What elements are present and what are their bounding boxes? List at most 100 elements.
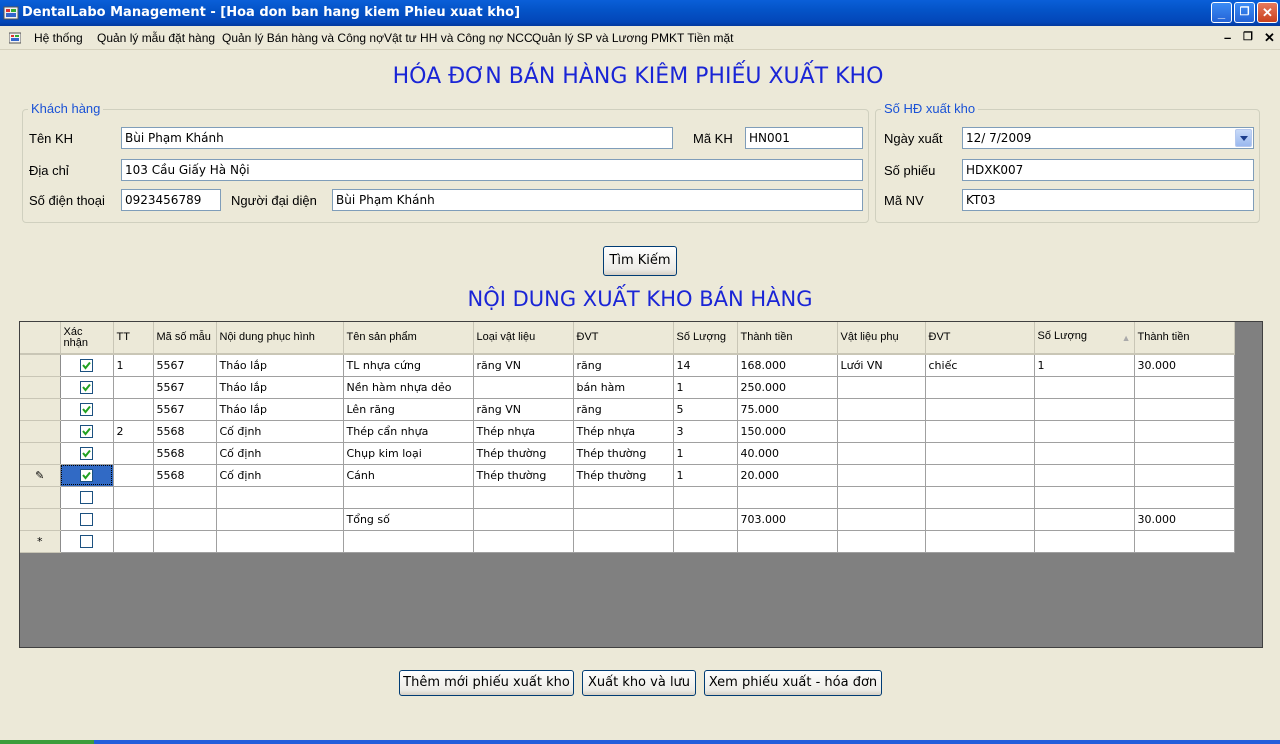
table-row[interactable]: 2 5568 Cố định Thép cẩn nhựa Thép nhựa Thép n… — [20, 420, 1235, 443]
cell-sub-material[interactable] — [837, 398, 926, 421]
cell-sample-code[interactable]: 5567 — [153, 398, 217, 421]
row-header[interactable] — [20, 354, 61, 377]
row-header[interactable] — [20, 442, 61, 465]
cell-sub-material[interactable] — [837, 420, 926, 443]
cell-amount[interactable] — [737, 486, 838, 509]
col-header-restoration[interactable]: Nội dung phục hình — [216, 322, 344, 355]
checkbox-checked[interactable] — [80, 424, 93, 438]
cell-restoration[interactable] — [216, 486, 344, 509]
checkbox-checked[interactable] — [80, 468, 93, 482]
cell-sub-amount[interactable] — [1134, 486, 1235, 509]
col-header-material-type[interactable]: Loại vật liệu — [473, 322, 574, 355]
cell-product-name[interactable]: TL nhựa cứng — [343, 354, 474, 377]
menu-quan-ly-ban-hang[interactable]: Quản lý Bán hàng và Công nợ — [222, 31, 384, 45]
col-header-quantity[interactable]: Số Lượng — [673, 322, 738, 355]
col-header-amount[interactable]: Thành tiền — [737, 322, 838, 355]
cell-product-name[interactable]: Lên răng — [343, 398, 474, 421]
cell-product-name[interactable] — [343, 530, 474, 553]
cell-material-type[interactable] — [473, 530, 574, 553]
table-row[interactable]: * — [20, 530, 1235, 553]
calendar-dropdown-icon[interactable] — [1235, 129, 1252, 147]
cell-sub-quantity[interactable] — [1034, 486, 1135, 509]
confirm-cell[interactable] — [60, 530, 114, 553]
confirm-cell[interactable] — [60, 486, 114, 509]
cell-restoration[interactable]: Cố định — [216, 420, 344, 443]
cell-amount[interactable] — [737, 530, 838, 553]
row-header[interactable]: ✎ — [20, 464, 61, 487]
cell-sample-code[interactable] — [153, 486, 217, 509]
cell-unit[interactable]: Thép thường — [573, 442, 674, 465]
cell-restoration[interactable]: Tháo lắp — [216, 376, 344, 399]
cell-amount[interactable]: 75.000 — [737, 398, 838, 421]
cell-sub-unit[interactable] — [925, 420, 1035, 443]
table-row[interactable]: ✎ 5568 Cố định Cánh Thép thường Thép thường 1 2… — [20, 464, 1235, 487]
cell-restoration[interactable] — [216, 530, 344, 553]
cell-restoration[interactable] — [216, 508, 344, 531]
checkbox-unchecked[interactable] — [80, 534, 93, 548]
representative-field[interactable]: Bùi Phạm Khánh — [332, 189, 863, 211]
cell-sub-quantity[interactable] — [1034, 442, 1135, 465]
cell-tt[interactable] — [113, 486, 154, 509]
checkbox-unchecked[interactable] — [80, 512, 93, 526]
cell-product-name[interactable]: Thép cẩn nhựa — [343, 420, 474, 443]
menu-quan-ly-sp-luong[interactable]: Quản lý SP và Lương — [532, 31, 648, 45]
cell-tt[interactable]: 1 — [113, 354, 154, 377]
cell-restoration[interactable]: Cố định — [216, 442, 344, 465]
cell-sample-code[interactable] — [153, 508, 217, 531]
cell-quantity[interactable]: 1 — [673, 464, 738, 487]
cell-material-type[interactable] — [473, 486, 574, 509]
cell-sub-unit[interactable] — [925, 398, 1035, 421]
cell-quantity[interactable]: 3 — [673, 420, 738, 443]
confirm-cell[interactable] — [60, 354, 114, 377]
cell-sample-code[interactable]: 5568 — [153, 442, 217, 465]
cell-sub-quantity[interactable] — [1034, 464, 1135, 487]
cell-sub-unit[interactable]: chiếc — [925, 354, 1035, 377]
cell-quantity[interactable]: 1 — [673, 442, 738, 465]
cell-sub-unit[interactable] — [925, 486, 1035, 509]
col-header-sub-amount[interactable]: Thành tiền — [1134, 322, 1235, 355]
cell-sub-amount[interactable] — [1134, 420, 1235, 443]
col-header-tt[interactable]: TT — [113, 322, 154, 355]
col-header-product-name[interactable]: Tên sản phẩm — [343, 322, 474, 355]
cell-unit[interactable] — [573, 530, 674, 553]
address-field[interactable]: 103 Cầu Giấy Hà Nội — [121, 159, 863, 181]
phone-field[interactable]: 0923456789 — [121, 189, 221, 211]
row-header[interactable] — [20, 486, 61, 509]
mdi-close-button[interactable]: ✕ — [1264, 30, 1275, 46]
cell-sub-unit[interactable] — [925, 508, 1035, 531]
cell-sub-material[interactable] — [837, 530, 926, 553]
checkbox-checked[interactable] — [80, 359, 93, 372]
row-header[interactable] — [20, 508, 61, 531]
cell-material-type[interactable]: răng VN — [473, 354, 574, 377]
cell-quantity[interactable] — [673, 508, 738, 531]
table-row[interactable] — [20, 486, 1235, 509]
row-header[interactable] — [20, 420, 61, 443]
cell-tt[interactable] — [113, 442, 154, 465]
new-export-slip-button[interactable]: Thêm mới phiếu xuất kho — [399, 670, 574, 696]
cell-amount[interactable]: 250.000 — [737, 376, 838, 399]
cell-sub-material[interactable] — [837, 376, 926, 399]
cell-restoration[interactable]: Cố định — [216, 464, 344, 487]
cell-sub-amount[interactable] — [1134, 398, 1235, 421]
cell-unit[interactable]: bán hàm — [573, 376, 674, 399]
cell-unit[interactable]: Thép nhựa — [573, 420, 674, 443]
cell-unit[interactable]: Thép thường — [573, 464, 674, 487]
col-header-sample-code[interactable]: Mã số mẫu — [153, 322, 217, 355]
cell-tt[interactable] — [113, 530, 154, 553]
table-row[interactable]: 5567 Tháo lắp Lên răng răng VN răng 5 75.000 — [20, 398, 1235, 421]
cell-sub-unit[interactable] — [925, 376, 1035, 399]
cell-unit[interactable] — [573, 486, 674, 509]
start-button[interactable] — [0, 740, 94, 744]
cell-amount[interactable]: 703.000 — [737, 508, 838, 531]
cell-sub-quantity[interactable] — [1034, 530, 1135, 553]
table-row[interactable]: Tổng số 703.000 30.000 — [20, 508, 1235, 531]
cell-restoration[interactable]: Tháo lắp — [216, 398, 344, 421]
checkbox-checked[interactable] — [80, 380, 93, 394]
cell-material-type[interactable]: răng VN — [473, 398, 574, 421]
cell-tt[interactable] — [113, 398, 154, 421]
close-button[interactable]: ✕ — [1257, 2, 1278, 23]
mdi-restore-button[interactable]: ❐ — [1243, 30, 1253, 43]
checkbox-checked[interactable] — [80, 446, 93, 460]
cell-quantity[interactable] — [673, 530, 738, 553]
cell-product-name[interactable]: Tổng số — [343, 508, 474, 531]
